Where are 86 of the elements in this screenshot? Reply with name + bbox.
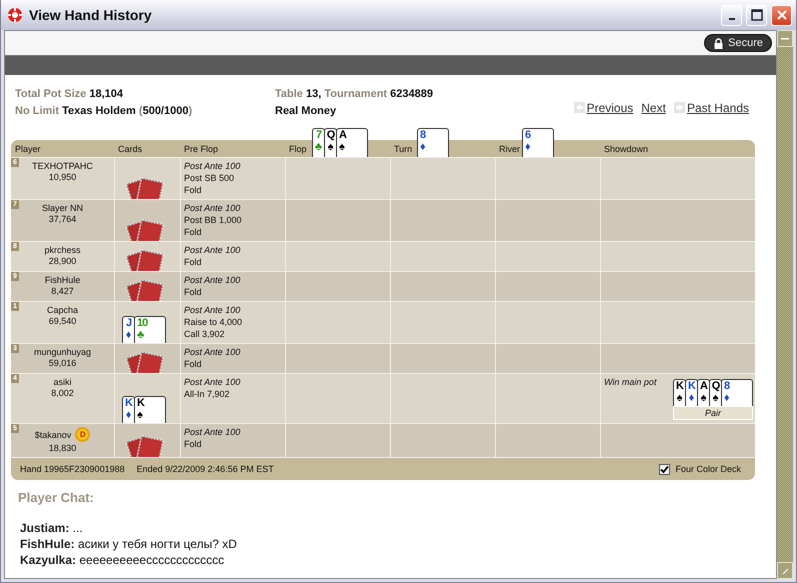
- chip-count: 8,002: [51, 388, 74, 398]
- column-header: Flop: [289, 144, 307, 154]
- hand-info-text: Total Pot Size 18,104: [15, 88, 124, 100]
- chip-count: 69,540: [48, 316, 76, 326]
- chip-count: 8,427: [51, 286, 74, 296]
- resize-grip[interactable]: [777, 562, 793, 579]
- action-text: All-In 7,902: [184, 389, 231, 400]
- playing-card: 10 ♣: [134, 316, 166, 343]
- action-text: Raise to 4,000: [184, 317, 244, 328]
- action-text: Post Ante 100: [184, 275, 242, 286]
- action-text: Fold: [184, 359, 203, 370]
- action-text: Post Ante 100: [184, 161, 242, 172]
- playing-card: 8 ♦: [721, 379, 753, 406]
- action-text: Fold: [184, 287, 203, 298]
- playing-card: 8 ♦: [417, 128, 449, 157]
- playing-card: Q ♠: [709, 379, 722, 406]
- playing-card: J ♦: [122, 316, 135, 343]
- playing-card: Q ♠: [324, 128, 337, 157]
- scrollbar[interactable]: [776, 30, 793, 579]
- table-info-text: Table 13, Tournament 6234889: [275, 88, 434, 100]
- ended-time: Ended 9/22/2009 2:46:56 PM EST: [136, 464, 274, 474]
- playing-card: 6 ♦: [522, 128, 554, 157]
- secure-badge: Secure: [704, 34, 772, 52]
- chat-message: Kazyulka: eeeeeeeeeeccccccccccccc: [19, 552, 226, 568]
- chip-count: 28,900: [48, 256, 76, 266]
- chip-count: 10,950: [48, 172, 76, 182]
- player-name: FishHule: [44, 275, 80, 285]
- playing-card: K ♠: [673, 379, 686, 406]
- maximize-icon: [750, 9, 762, 21]
- checkbox-label: Four Color Deck: [675, 464, 741, 474]
- player-name: pkrchess: [44, 245, 80, 255]
- column-header: Showdown: [604, 144, 648, 154]
- action-text: Post Ante 100: [184, 305, 242, 316]
- chip-count: 18,830: [48, 443, 76, 453]
- chat-message: FishHule: асики у тебя ногти целы? xD: [19, 536, 238, 552]
- hand-rank-label: Pair: [673, 406, 753, 420]
- poker-chip-icon: [7, 7, 23, 23]
- column-header: Player: [15, 144, 41, 154]
- action-text: Post Ante 100: [184, 377, 242, 388]
- checkbox[interactable]: [659, 464, 670, 474]
- playing-card: 7 ♣: [312, 128, 325, 157]
- action-text: Post Ante 100: [184, 245, 242, 256]
- result-text: Win main pot: [604, 377, 656, 389]
- close-icon: [776, 9, 788, 21]
- hand-number: Hand 19965F2309001988: [20, 464, 125, 474]
- action-text: Fold: [184, 227, 203, 238]
- player-name: asiki: [53, 377, 72, 387]
- player-name: Capcha: [46, 305, 78, 315]
- action-text: Post Ante 100: [184, 347, 242, 358]
- action-text: Fold: [184, 439, 203, 450]
- action-text: Post Ante 100: [184, 203, 242, 214]
- action-text: Fold: [184, 257, 203, 268]
- chat-message: Justiam: ...: [19, 520, 84, 536]
- table-info-text: Real Money: [275, 104, 338, 117]
- minimize-icon: [728, 18, 734, 20]
- action-text: Post Ante 100: [184, 427, 242, 438]
- player-name: TEXHOTPAHC: [32, 161, 93, 171]
- chip-count: 59,016: [48, 358, 76, 368]
- player-name: Slayer NN: [42, 203, 83, 213]
- chip-count: 37,764: [48, 214, 76, 224]
- nav-link[interactable]: Previous: [586, 100, 634, 115]
- minimize-button[interactable]: [721, 4, 742, 26]
- close-button[interactable]: [771, 4, 792, 26]
- playing-card: K ♠: [134, 396, 166, 423]
- player-name: mungunhuyag: [34, 347, 92, 357]
- chat-title: Player Chat:: [18, 490, 95, 505]
- player-name: $takanov: [34, 430, 72, 440]
- action-text: Call 3,902: [184, 329, 226, 340]
- playing-card: K ♦: [685, 379, 698, 406]
- hand-info-text: No Limit Texas Holdem (500/1000): [15, 104, 194, 117]
- action-text: Post BB 1,000: [184, 215, 243, 226]
- playing-card: A ♠: [336, 128, 368, 157]
- maximize-button[interactable]: [746, 4, 767, 26]
- resize-grip-icon: [781, 566, 789, 574]
- playing-card: K ♦: [122, 396, 135, 423]
- scroll-up-button[interactable]: [777, 30, 793, 47]
- nav-link[interactable]: Past Hands: [686, 100, 749, 115]
- window-title: View Hand History: [29, 7, 152, 23]
- action-text: Post SB 500: [184, 173, 236, 184]
- column-header: River: [499, 144, 520, 154]
- column-header: Cards: [118, 144, 142, 154]
- playing-card: A ♠: [697, 379, 710, 406]
- action-text: Fold: [184, 185, 203, 196]
- column-header: Turn: [394, 144, 412, 154]
- nav-link[interactable]: Next: [641, 100, 666, 115]
- column-header: Pre Flop: [184, 144, 218, 154]
